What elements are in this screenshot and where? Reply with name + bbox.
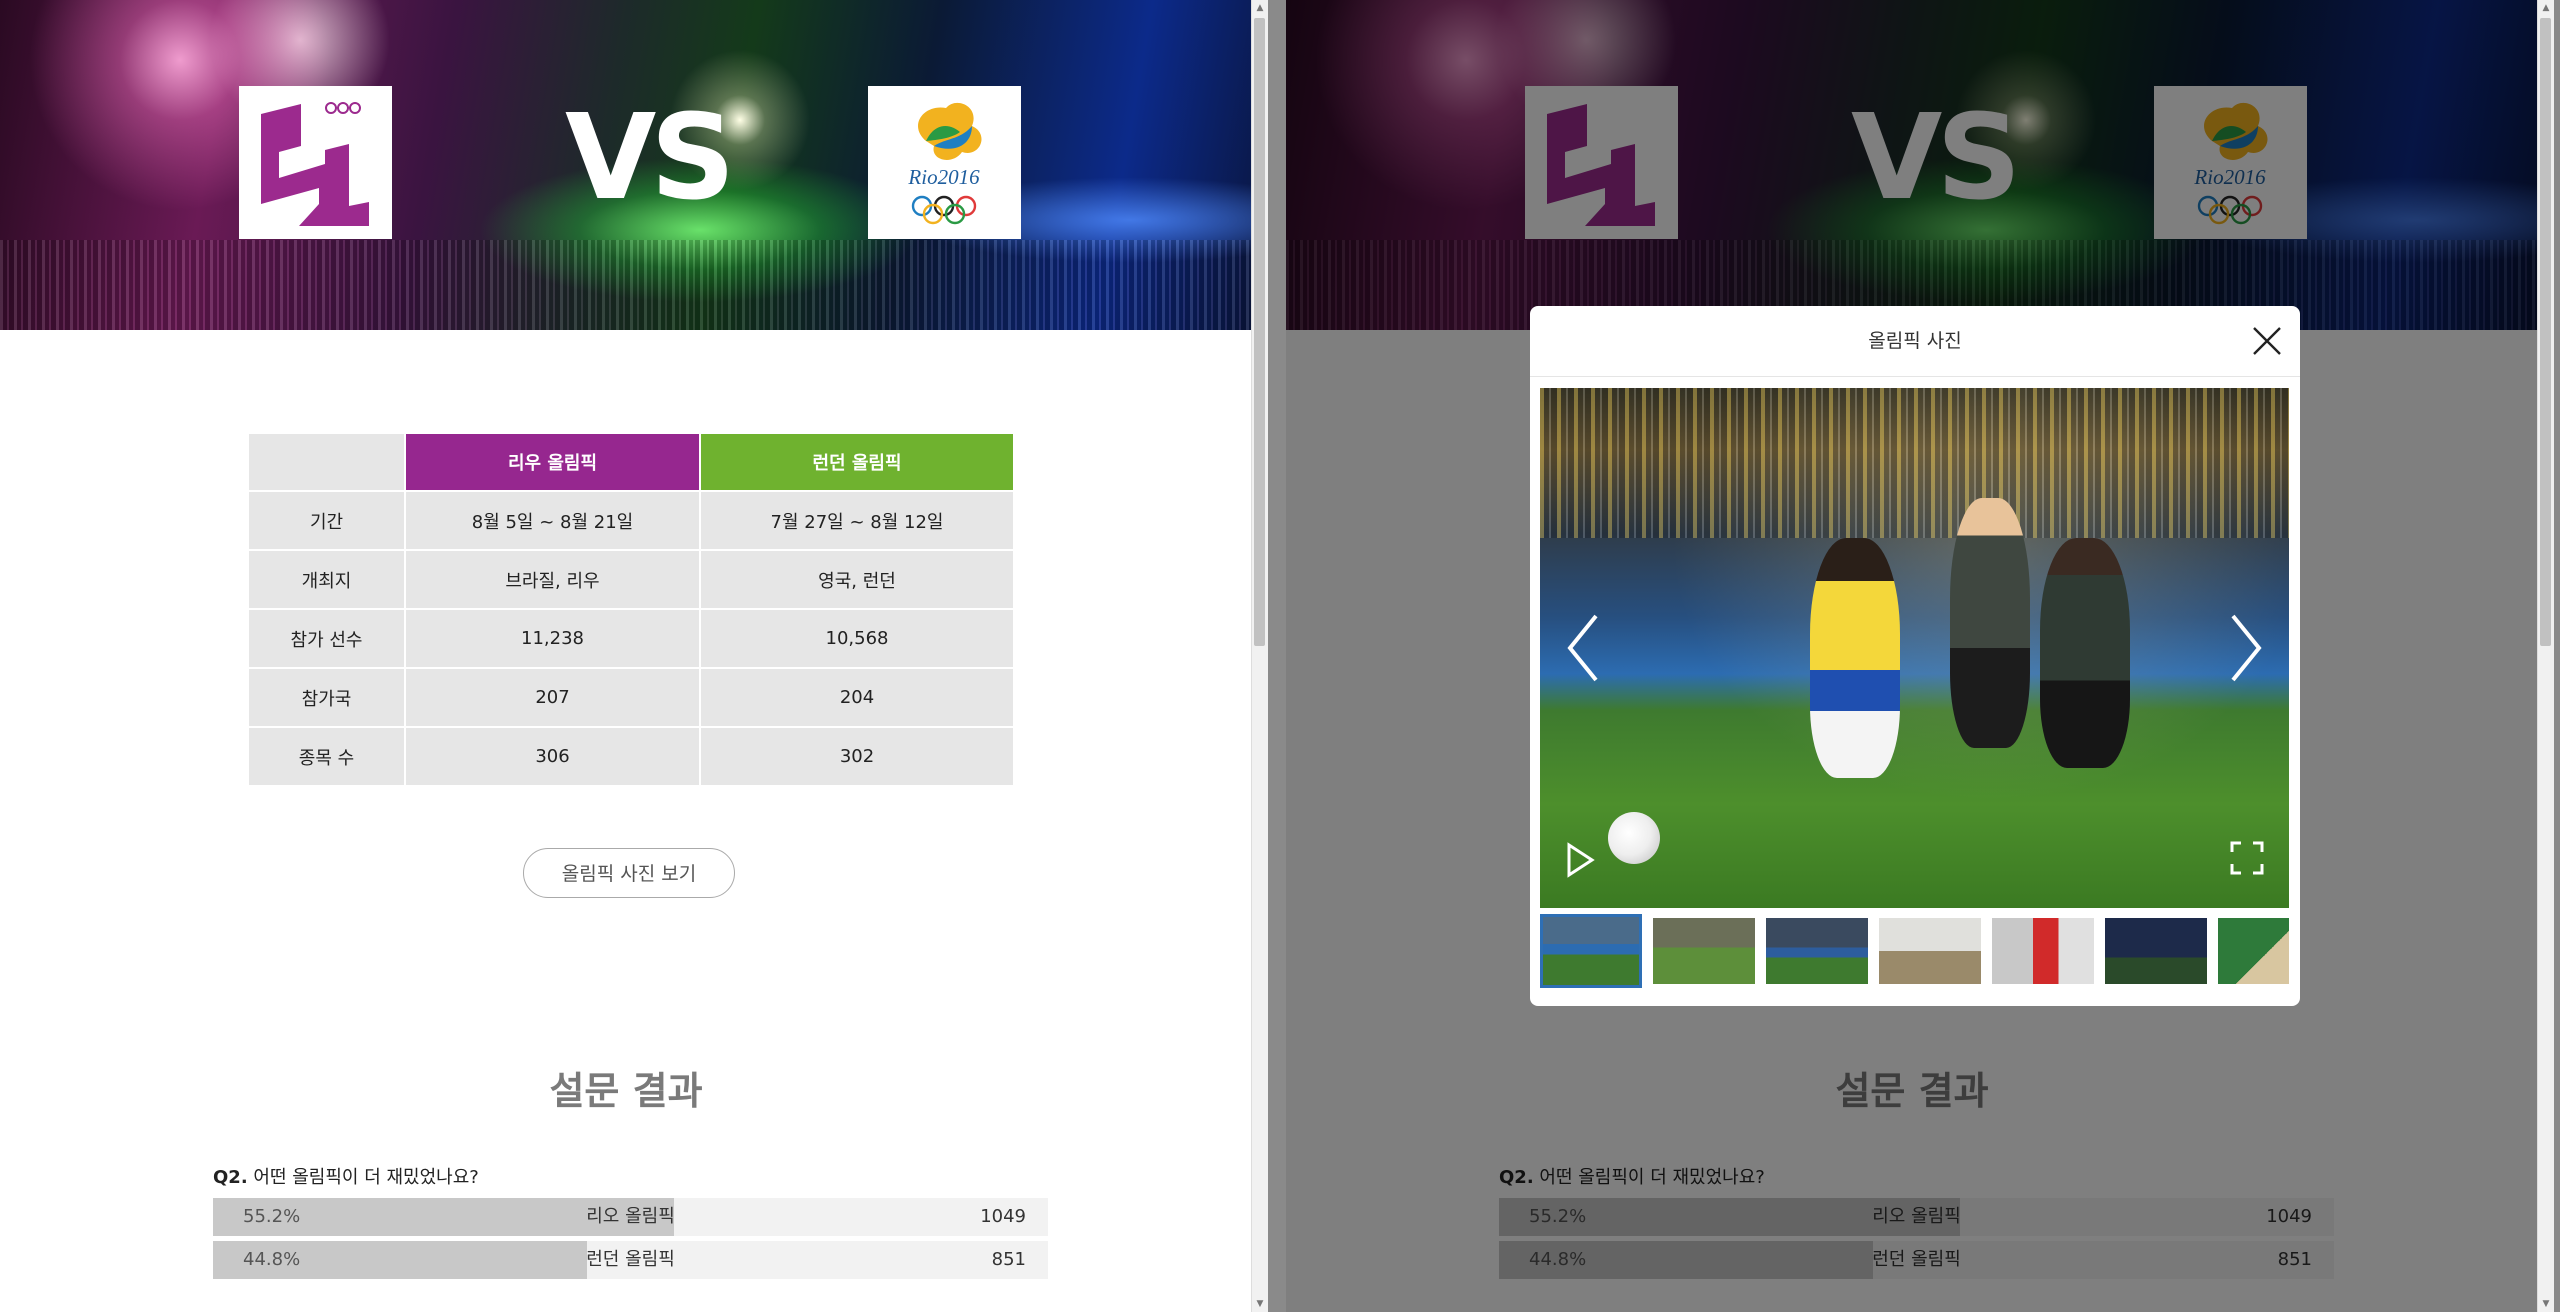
thumbnail-3[interactable] <box>1766 918 1868 984</box>
table-header-london: 런던 올림픽 <box>701 434 1013 490</box>
chevron-right-icon[interactable] <box>2219 608 2269 688</box>
result-count: 1049 <box>980 1206 1026 1227</box>
olympics-comparison-table: 리우 올림픽 런던 올림픽 기간 8월 5일 ~ 8월 21일 7월 27일 ~… <box>247 432 1015 787</box>
gallery-main-image <box>1540 388 2289 908</box>
question-number: Q2. <box>213 1167 248 1188</box>
result-count: 851 <box>991 1249 1026 1270</box>
survey-title: 설문 결과 <box>549 1069 703 1113</box>
london-value: 204 <box>701 669 1013 726</box>
table-row: 참가 선수 11,238 10,568 <box>249 610 1013 667</box>
chevron-left-icon[interactable] <box>1560 608 1610 688</box>
vertical-scrollbar[interactable]: ▲ ▼ <box>2537 0 2554 1312</box>
table-row: 개최지 브라질, 리우 영국, 런던 <box>249 551 1013 608</box>
rio-value: 207 <box>406 669 699 726</box>
gallery-thumbnails <box>1540 912 2289 990</box>
thumbnail-6[interactable] <box>2105 918 2207 984</box>
rio-value: 브라질, 리우 <box>406 551 699 608</box>
row-label: 종목 수 <box>249 728 404 785</box>
result-label: 리오 올림픽 <box>586 1206 675 1227</box>
london-value: 10,568 <box>701 610 1013 667</box>
vertical-scrollbar[interactable]: ▲ ▼ <box>1251 0 1268 1312</box>
scroll-up-icon[interactable]: ▲ <box>2538 0 2554 16</box>
table-row: 기간 8월 5일 ~ 8월 21일 7월 27일 ~ 8월 12일 <box>249 492 1013 549</box>
vs-text: VS <box>565 88 735 226</box>
close-icon[interactable] <box>2250 324 2284 358</box>
london-value: 302 <box>701 728 1013 785</box>
modal-title: 올림픽 사진 <box>1868 330 1962 352</box>
table-header-blank <box>249 434 404 490</box>
thumbnail-4[interactable] <box>1879 918 1981 984</box>
play-icon[interactable] <box>1564 842 1596 878</box>
table-row: 참가국 207 204 <box>249 669 1013 726</box>
player-figure <box>1950 498 2030 748</box>
survey-question: Q2. 어떤 올림픽이 더 재밌었나요? <box>213 1163 479 1189</box>
modal-divider <box>1530 376 2300 377</box>
rio-value: 11,238 <box>406 610 699 667</box>
olympics-banner: london VS Rio2016 <box>0 0 1252 330</box>
question-text: 어떤 올림픽이 더 재밌었나요? <box>253 1167 479 1188</box>
thumbnail-1[interactable] <box>1540 914 1642 988</box>
result-row-london[interactable]: 44.8% 런던 올림픽 851 <box>213 1241 1048 1279</box>
pane-divider <box>1268 0 1286 1312</box>
scroll-up-icon[interactable]: ▲ <box>1252 0 1268 16</box>
rio-value: 8월 5일 ~ 8월 21일 <box>406 492 699 549</box>
right-page-view: london VS Rio2016 설문 결과 Q2. 어떤 올림픽이 <box>1286 0 2554 1312</box>
left-page-view: london VS Rio2016 리우 올림픽 런던 올림픽 기간 8월 5일… <box>0 0 1268 1312</box>
thumbnail-5[interactable] <box>1992 918 2094 984</box>
scroll-down-icon[interactable]: ▼ <box>2538 1296 2554 1312</box>
result-label: 런던 올림픽 <box>586 1249 675 1270</box>
table-header-row: 리우 올림픽 런던 올림픽 <box>249 434 1013 490</box>
thumbnail-7[interactable] <box>2218 918 2289 984</box>
view-photos-button[interactable]: 올림픽 사진 보기 <box>523 848 735 898</box>
row-label: 개최지 <box>249 551 404 608</box>
row-label: 참가국 <box>249 669 404 726</box>
stadium-crowd <box>1540 388 2289 538</box>
row-label: 참가 선수 <box>249 610 404 667</box>
london-2012-logo: london <box>239 86 392 239</box>
london-value: 7월 27일 ~ 8월 12일 <box>701 492 1013 549</box>
london-value: 영국, 런던 <box>701 551 1013 608</box>
photo-gallery-modal: 올림픽 사진 <box>1530 306 2300 1006</box>
rio-value: 306 <box>406 728 699 785</box>
row-label: 기간 <box>249 492 404 549</box>
player-figure <box>2040 538 2130 768</box>
rio-logo-text: Rio2016 <box>907 165 980 189</box>
player-figure <box>1810 538 1900 778</box>
scroll-down-icon[interactable]: ▼ <box>1252 1296 1268 1312</box>
london-logo-text: london <box>283 153 316 165</box>
result-row-rio[interactable]: 55.2% 리오 올림픽 1049 <box>213 1198 1048 1236</box>
fullscreen-icon[interactable] <box>2229 840 2265 876</box>
thumbnail-2[interactable] <box>1653 918 1755 984</box>
table-row: 종목 수 306 302 <box>249 728 1013 785</box>
scrollbar-thumb[interactable] <box>1254 18 1265 646</box>
table-header-rio: 리우 올림픽 <box>406 434 699 490</box>
rio-2016-logo: Rio2016 <box>868 86 1021 239</box>
banner-crowd <box>0 240 1252 330</box>
scrollbar-thumb[interactable] <box>2540 18 2551 646</box>
soccer-ball <box>1608 812 1660 864</box>
